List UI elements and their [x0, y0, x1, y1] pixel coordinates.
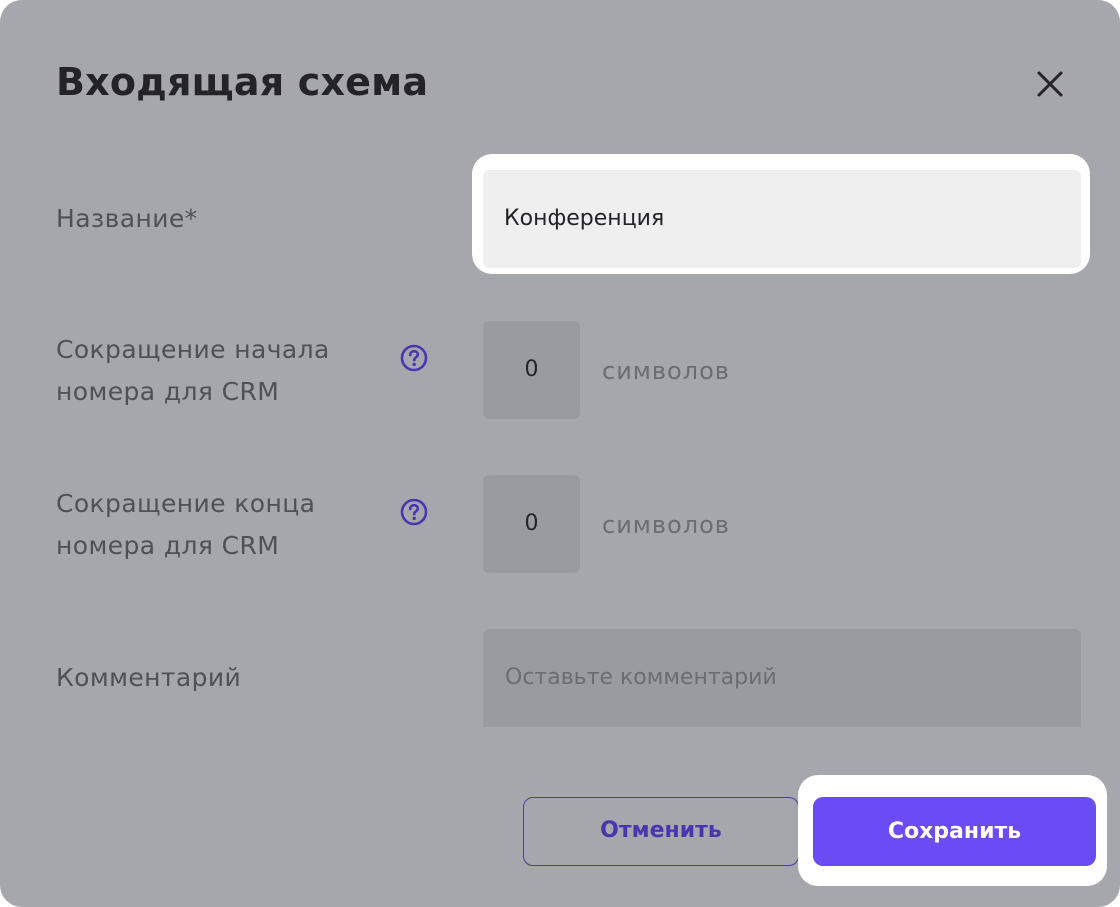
trim-end-label-line2: номера для CRM	[56, 531, 280, 560]
trim-start-label-line2: номера для CRM	[56, 377, 280, 406]
comment-label: Комментарий	[56, 663, 242, 692]
name-input[interactable]: Конференция	[483, 170, 1081, 268]
trim-start-label-line1: Сокращение начала	[56, 335, 330, 364]
close-button[interactable]	[1028, 64, 1070, 106]
trim-end-label-line1: Сокращение конца	[56, 489, 316, 518]
trim-start-unit: символов	[602, 357, 730, 385]
comment-input[interactable]: Оставьте комментарий	[483, 629, 1081, 727]
trim-start-input[interactable]: 0	[483, 321, 580, 419]
question-circle-icon	[400, 498, 428, 526]
trim-end-help-icon[interactable]	[398, 496, 430, 528]
trim-end-unit: символов	[602, 511, 730, 539]
question-circle-icon	[400, 344, 428, 372]
trim-end-label: Сокращение конца номера для CRM	[56, 483, 315, 567]
name-label: Название*	[56, 204, 198, 233]
incoming-scheme-dialog: Входящая схема Название* Конференция Сок…	[0, 0, 1120, 907]
close-icon	[1037, 71, 1063, 97]
dialog-title: Входящая схема	[56, 60, 429, 104]
trim-start-help-icon[interactable]	[398, 342, 430, 374]
trim-end-input[interactable]: 0	[483, 475, 580, 573]
save-button[interactable]: Сохранить	[813, 797, 1096, 866]
trim-start-label: Сокращение начала номера для CRM	[56, 329, 330, 413]
cancel-button[interactable]: Отменить	[523, 797, 799, 866]
